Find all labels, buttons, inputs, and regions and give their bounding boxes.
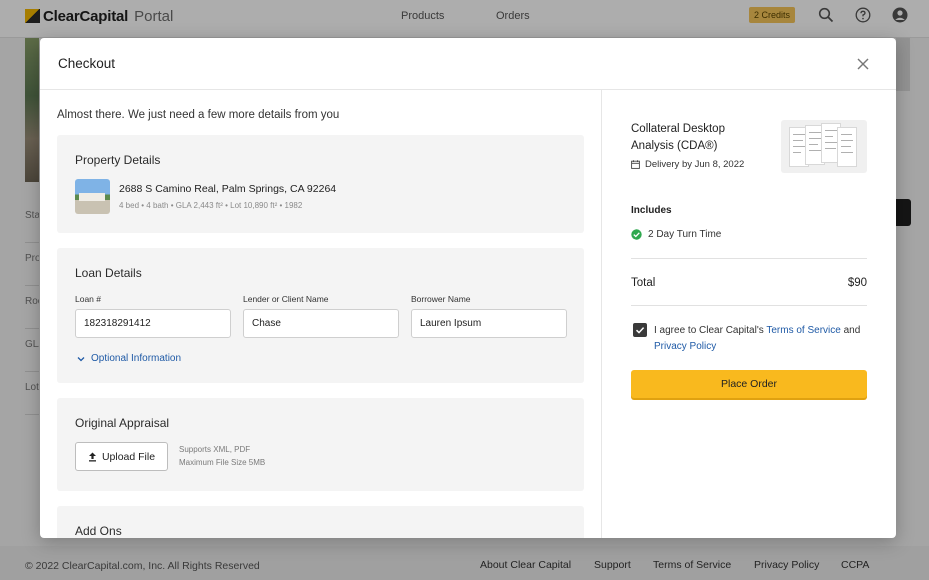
upload-file-button[interactable]: Upload File xyxy=(75,442,168,471)
loan-details-title: Loan Details xyxy=(75,266,142,280)
original-appraisal-card: Original Appraisal Upload File Supports … xyxy=(57,398,584,491)
delivery-date-text: Delivery by Jun 8, 2022 xyxy=(645,159,745,170)
chevron-down-icon xyxy=(77,356,85,361)
privacy-policy-link[interactable]: Privacy Policy xyxy=(654,341,716,352)
total-price: $90 xyxy=(847,277,867,289)
modal-title: Checkout xyxy=(58,56,116,71)
optional-information-label: Optional Information xyxy=(91,353,182,364)
terms-agreement-prefix: I agree to Clear Capital's xyxy=(654,325,764,336)
upload-supported-formats: Supports XML, PDF xyxy=(179,445,251,454)
terms-agreement-checkbox[interactable] xyxy=(633,323,647,337)
property-address: 2688 S Camino Real, Palm Springs, CA 922… xyxy=(119,183,337,195)
borrower-input[interactable] xyxy=(411,309,567,338)
terms-of-service-link[interactable]: Terms of Service xyxy=(766,325,840,336)
borrower-label: Borrower Name xyxy=(411,294,471,304)
product-title: Collateral Desktop Analysis (CDA®) xyxy=(631,123,725,152)
modal-header: Checkout xyxy=(40,38,896,90)
total-label: Total xyxy=(631,277,656,289)
checkout-form-pane[interactable]: Almost there. We just need a few more de… xyxy=(40,90,602,538)
checkbox-checked-icon xyxy=(635,327,645,334)
add-ons-card: Add Ons xyxy=(57,506,584,538)
checkout-modal: Checkout Almost there. We just need a fe… xyxy=(40,38,896,538)
lender-input[interactable] xyxy=(243,309,399,338)
property-details-card: Property Details 2688 S Camino Real, Pal… xyxy=(57,135,584,233)
loan-number-label: Loan # xyxy=(75,294,101,304)
property-thumbnail xyxy=(75,179,110,214)
place-order-button[interactable]: Place Order xyxy=(631,370,867,398)
terms-agreement-and: and xyxy=(843,325,861,336)
property-details-title: Property Details xyxy=(75,153,161,167)
order-summary-pane: Collateral Desktop Analysis (CDA®) Deliv… xyxy=(602,90,896,538)
check-circle-icon xyxy=(631,229,642,240)
property-attributes: 4 bed • 4 bath • GLA 2,443 ft² • Lot 10,… xyxy=(119,201,303,210)
loan-details-card: Loan Details Loan # Lender or Client Nam… xyxy=(57,248,584,383)
add-ons-title: Add Ons xyxy=(75,524,122,538)
optional-information-toggle[interactable]: Optional Information xyxy=(77,353,181,364)
original-appraisal-title: Original Appraisal xyxy=(75,416,170,430)
summary-divider xyxy=(631,305,867,306)
includes-heading: Includes xyxy=(631,205,672,216)
lender-label: Lender or Client Name xyxy=(243,294,329,304)
delivery-date: Delivery by Jun 8, 2022 xyxy=(631,159,744,170)
close-icon[interactable] xyxy=(855,56,871,72)
upload-file-label: Upload File xyxy=(101,450,156,463)
report-preview-image xyxy=(781,120,867,173)
calendar-icon xyxy=(631,160,640,169)
intro-text: Almost there. We just need a few more de… xyxy=(57,109,340,121)
included-item-label: 2 Day Turn Time xyxy=(648,229,722,240)
upload-icon xyxy=(88,452,96,461)
upload-max-size: Maximum File Size 5MB xyxy=(179,458,266,467)
included-item: 2 Day Turn Time xyxy=(631,229,721,240)
terms-agreement-text: I agree to Clear Capital's Terms of Serv… xyxy=(654,323,868,355)
loan-number-input[interactable] xyxy=(75,309,231,338)
summary-divider xyxy=(631,258,867,259)
